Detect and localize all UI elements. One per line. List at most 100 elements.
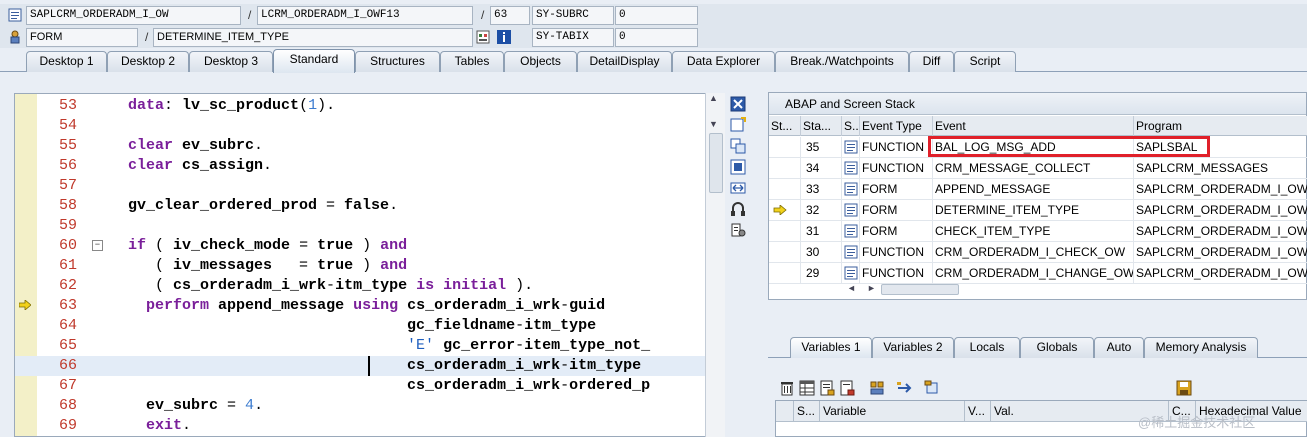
code-line[interactable]: 61 ( iv_messages = true ) and — [15, 256, 705, 276]
code-token: true — [317, 237, 354, 254]
object-icon[interactable] — [924, 380, 940, 396]
tab-standard[interactable]: Standard — [273, 49, 355, 73]
tab-detail-display[interactable]: DetailDisplay — [577, 51, 672, 72]
scroll-thumb[interactable] — [881, 284, 959, 295]
system-field-value[interactable]: 0 — [615, 6, 698, 25]
tab-tables[interactable]: Tables — [440, 51, 504, 72]
tab-variables-2[interactable]: Variables 2 — [872, 337, 954, 358]
tab-structures[interactable]: Structures — [355, 51, 440, 72]
column-header[interactable]: Variable — [820, 401, 965, 422]
scroll-left-icon[interactable]: ◄ — [847, 283, 856, 293]
event-type-field[interactable]: FORM — [26, 28, 138, 47]
replace-tool-icon[interactable] — [730, 138, 746, 154]
column-header[interactable]: S... — [842, 116, 860, 136]
column-header[interactable]: S... — [794, 401, 820, 422]
tab-diff[interactable]: Diff — [909, 51, 954, 72]
source-icon[interactable] — [842, 158, 860, 179]
code-line[interactable]: 59 — [15, 216, 705, 236]
line-number-field[interactable]: 63 — [490, 6, 530, 25]
column-header-select[interactable] — [776, 401, 794, 422]
tab-globals[interactable]: Globals — [1020, 337, 1094, 358]
save-variables-icon[interactable] — [839, 380, 855, 396]
swap-tool-icon[interactable] — [730, 180, 746, 196]
system-field-name[interactable]: SY-SUBRC — [532, 6, 614, 25]
tab-desktop-3[interactable]: Desktop 3 — [189, 51, 273, 72]
code-line[interactable]: 58 gv_clear_ordered_prod = false. — [15, 196, 705, 216]
new-tool-icon[interactable] — [730, 117, 746, 133]
column-header[interactable]: Event — [933, 116, 1134, 136]
load-variables-icon[interactable] — [819, 380, 835, 396]
code-token: exit — [146, 417, 183, 434]
code-token: itm_type — [569, 357, 642, 374]
code-line[interactable]: 55 clear ev_subrc. — [15, 136, 705, 156]
hierarchy-icon[interactable] — [869, 380, 885, 396]
code-line[interactable]: 63 perform append_message using cs_order… — [15, 296, 705, 316]
code-line[interactable]: 53 data: lv_sc_product(1). — [15, 96, 705, 116]
system-field-value[interactable]: 0 — [615, 28, 698, 47]
tab-memory-analysis[interactable]: Memory Analysis — [1144, 337, 1258, 358]
tab-auto[interactable]: Auto — [1094, 337, 1144, 358]
source-icon[interactable] — [842, 179, 860, 200]
column-header[interactable]: Event Type — [860, 116, 933, 136]
stack-row[interactable]: 34 FUNCTION CRM_MESSAGE_COLLECT SAPLCRM_MES… — [769, 158, 1307, 179]
code-line[interactable]: 57 — [15, 176, 705, 196]
code-token: false — [344, 197, 390, 214]
tab-objects[interactable]: Objects — [504, 51, 577, 72]
tab-desktop-1[interactable]: Desktop 1 — [26, 51, 107, 72]
scroll-up-icon[interactable]: ▲ — [709, 93, 718, 103]
code-line[interactable]: 65 'E' gc_error-item_type_not_ — [15, 336, 705, 356]
column-header[interactable]: Sta... — [801, 116, 842, 136]
tab-data-explorer[interactable]: Data Explorer — [672, 51, 775, 72]
column-header[interactable]: Program — [1134, 116, 1307, 136]
source-icon[interactable] — [842, 200, 860, 221]
event-name-field[interactable]: DETERMINE_ITEM_TYPE — [153, 28, 473, 47]
scroll-down-icon[interactable]: ▼ — [709, 119, 718, 129]
display-source-icon[interactable] — [476, 30, 490, 44]
delete-icon[interactable] — [779, 380, 795, 396]
source-icon[interactable] — [842, 221, 860, 242]
source-icon[interactable] — [842, 242, 860, 263]
collapse-block-icon[interactable]: − — [92, 240, 103, 251]
stack-horizontal-scrollbar[interactable]: ◄ ► — [843, 283, 1298, 297]
scroll-thumb[interactable] — [709, 133, 723, 193]
stack-row[interactable]: 31 FORM CHECK_ITEM_TYPE SAPLCRM_ORDERADM_I_… — [769, 221, 1307, 242]
code-line[interactable]: 56 clear cs_assign. — [15, 156, 705, 176]
code-line[interactable]: 66 cs_orderadm_i_wrk-itm_type — [15, 356, 705, 376]
save-icon[interactable] — [1176, 380, 1192, 396]
source-icon[interactable] — [842, 137, 860, 158]
code-line[interactable]: 54 — [15, 116, 705, 136]
tab-script[interactable]: Script — [954, 51, 1016, 72]
tab-variables-1[interactable]: Variables 1 — [790, 337, 872, 358]
settings-tool-icon[interactable] — [730, 222, 746, 238]
tab-locals[interactable]: Locals — [954, 337, 1020, 358]
column-header[interactable]: St... — [769, 116, 801, 136]
info-icon[interactable] — [497, 30, 511, 44]
column-header[interactable]: V... — [965, 401, 991, 422]
table-icon[interactable] — [799, 380, 815, 396]
stack-row[interactable]: 32 FORM DETERMINE_ITEM_TYPE SAPLCRM_ORDERAD… — [769, 200, 1307, 221]
code-line[interactable]: 60 − if ( iv_check_mode = true ) and — [15, 236, 705, 256]
include-field[interactable]: LCRM_ORDERADM_I_OWF13 — [257, 6, 473, 25]
stack-row[interactable]: 29 FUNCTION CRM_ORDERADM_I_CHANGE_OW SAPLCR… — [769, 263, 1307, 284]
editor-vertical-scrollbar[interactable]: ▲ ▼ — [705, 93, 725, 437]
services-tool-icon[interactable] — [730, 201, 746, 217]
source-code-editor[interactable]: 53 data: lv_sc_product(1). 54 55 clear ev_su… — [14, 93, 725, 437]
tab-desktop-2[interactable]: Desktop 2 — [107, 51, 189, 72]
stack-row[interactable]: 33 FORM APPEND_MESSAGE SAPLCRM_ORDERADM_I_O… — [769, 179, 1307, 200]
code-text: ( iv_messages = true ) and — [128, 256, 407, 276]
close-tool-icon[interactable] — [730, 96, 746, 112]
scroll-right-icon[interactable]: ► — [867, 283, 876, 293]
tab-breakpoints[interactable]: Break./Watchpoints — [775, 51, 909, 72]
code-line[interactable]: 68 ev_subrc = 4. — [15, 396, 705, 416]
code-line[interactable]: 64 gc_fieldname-itm_type — [15, 316, 705, 336]
code-line[interactable]: 69 exit. — [15, 416, 705, 436]
code-line[interactable]: 62 ( cs_orderadm_i_wrk-itm_type is initi… — [15, 276, 705, 296]
program-field[interactable]: SAPLCRM_ORDERADM_I_OW — [26, 6, 241, 25]
maximize-tool-icon[interactable] — [730, 159, 746, 175]
system-field-name[interactable]: SY-TABIX — [532, 28, 614, 47]
stack-row[interactable]: 30 FUNCTION CRM_ORDERADM_I_CHECK_OW SAPLCRM… — [769, 242, 1307, 263]
code-line[interactable]: 67 cs_orderadm_i_wrk-ordered_p — [15, 376, 705, 396]
separator: / — [248, 8, 252, 22]
source-icon[interactable] — [842, 263, 860, 284]
navigate-icon[interactable] — [896, 380, 912, 396]
